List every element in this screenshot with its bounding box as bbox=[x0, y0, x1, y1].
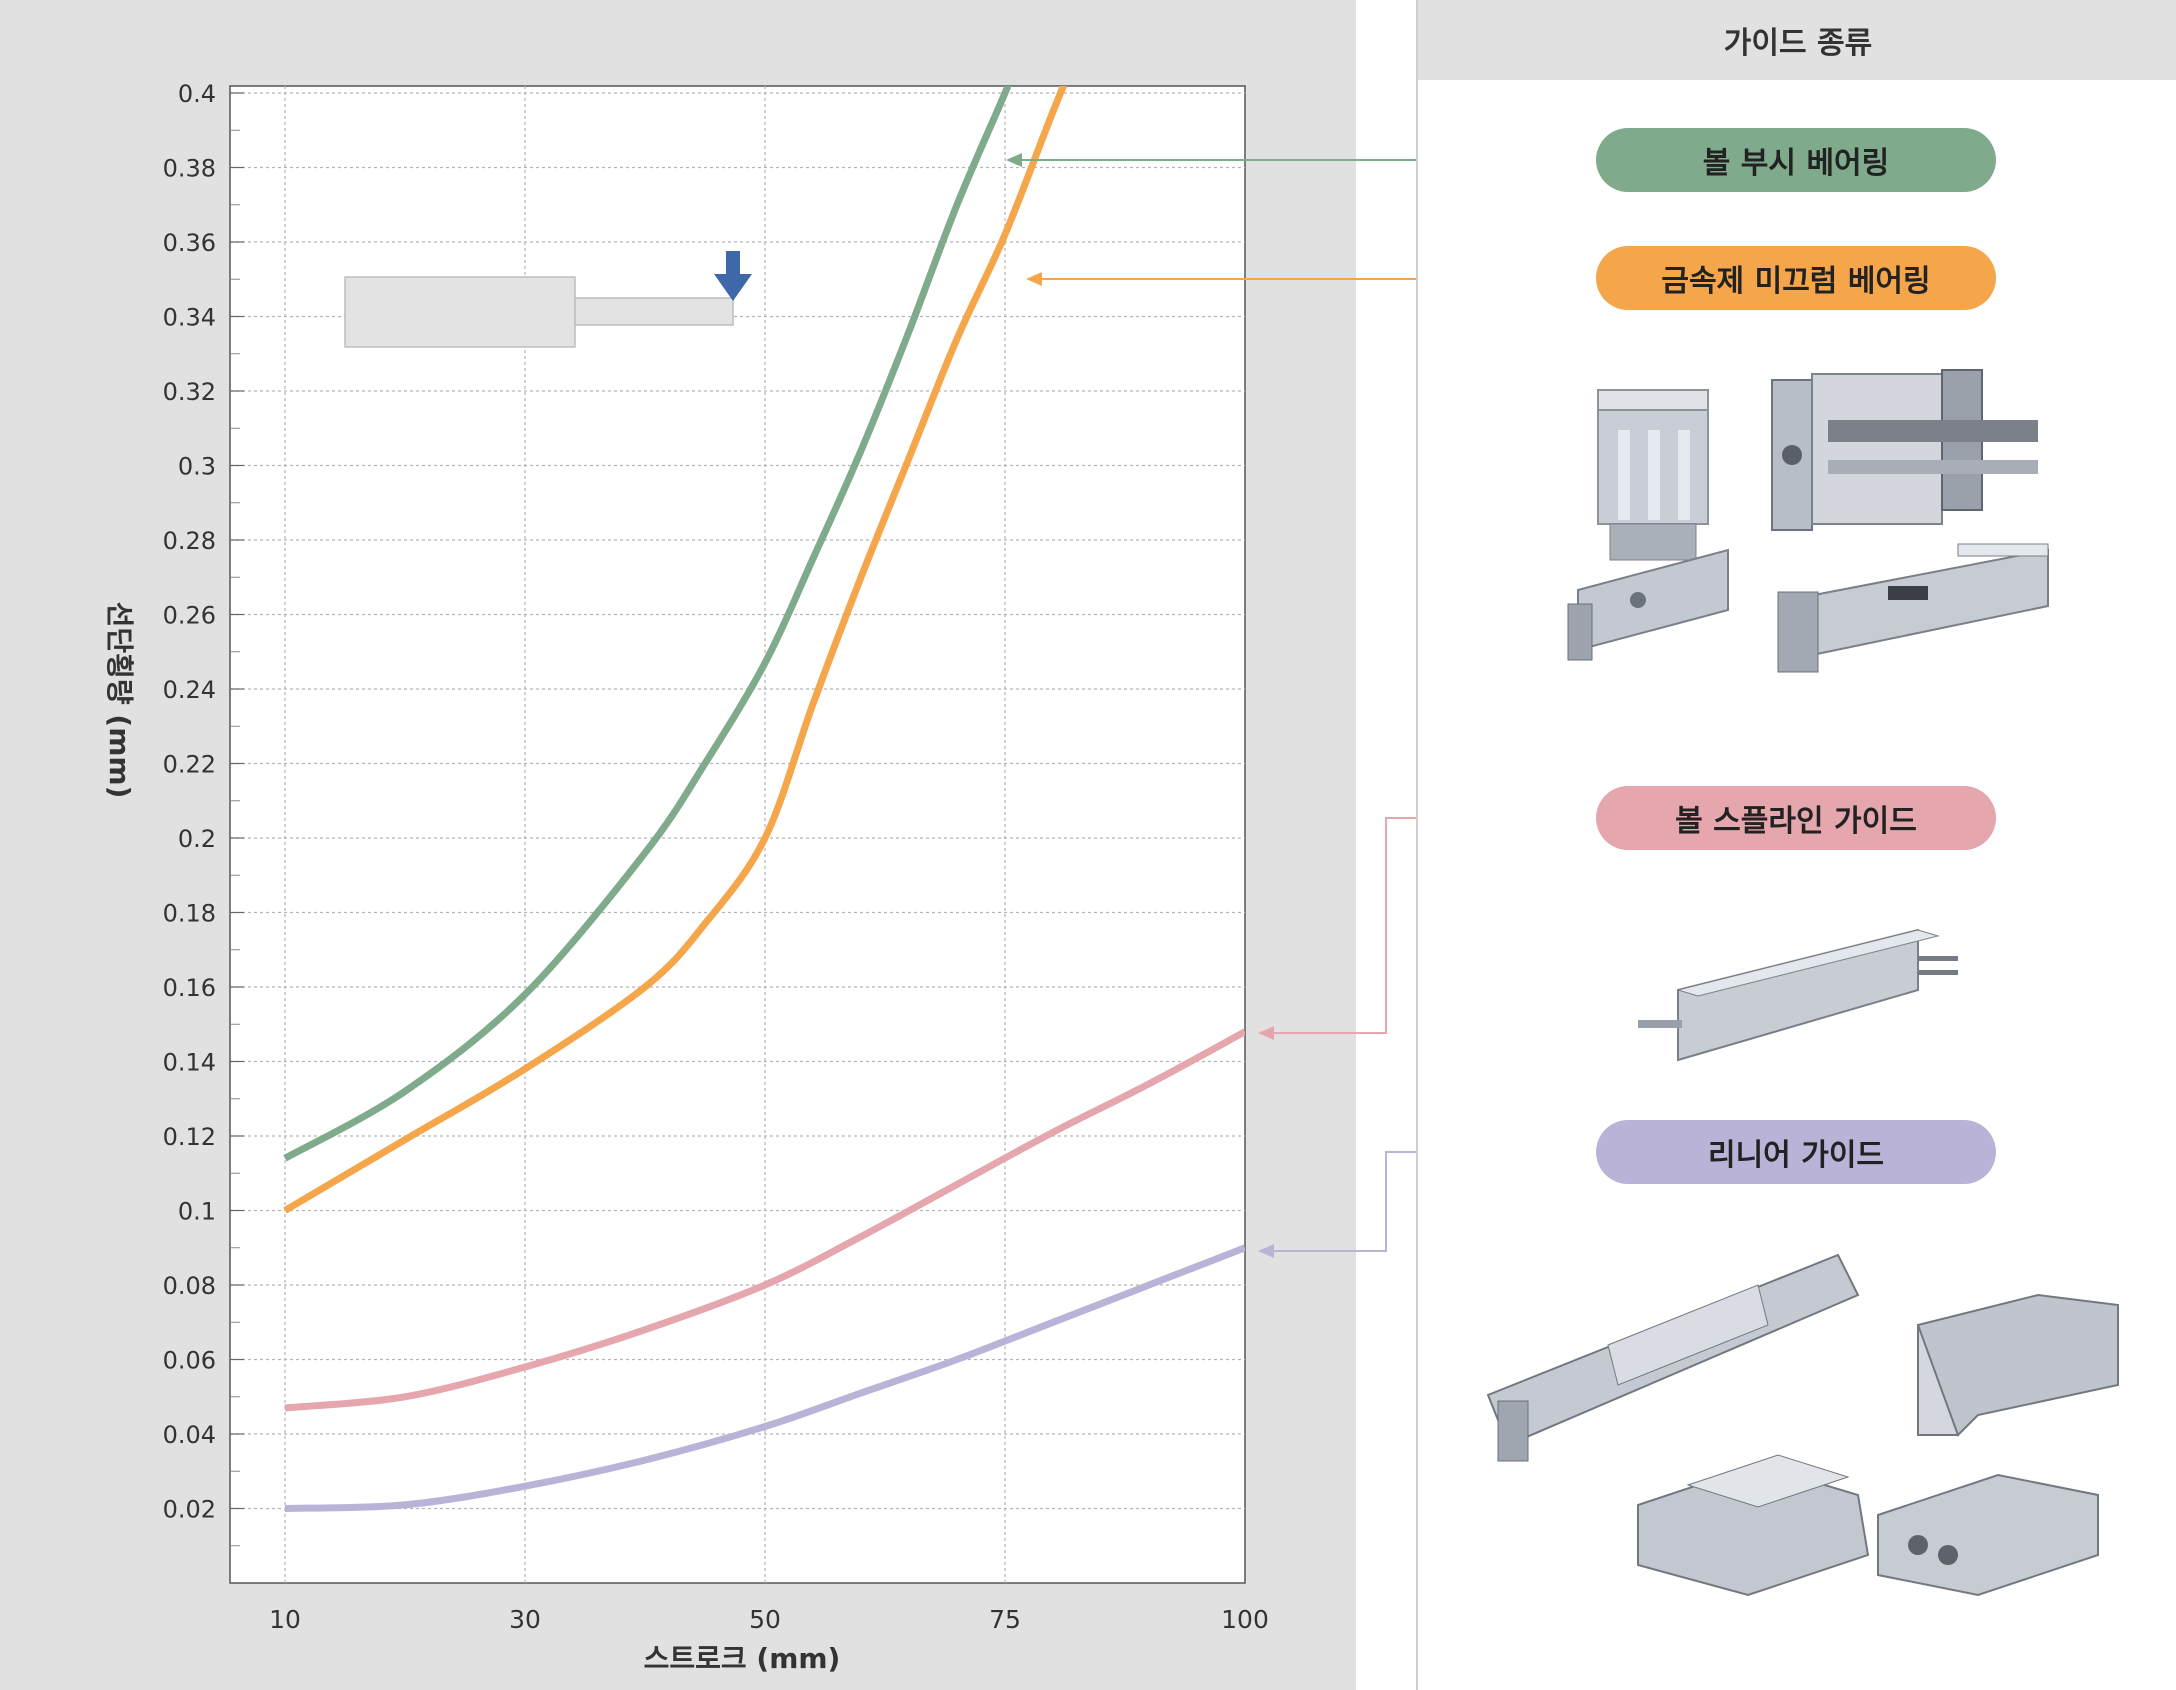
x-axis-label: 스트로크 (mm) bbox=[644, 1642, 841, 1675]
y-tick-label: 0.04 bbox=[163, 1421, 216, 1449]
y-tick-label: 0.32 bbox=[163, 378, 216, 406]
y-tick-label: 0.22 bbox=[163, 751, 216, 779]
y-tick-label: 0.38 bbox=[163, 155, 216, 183]
y-tick-label: 0.1 bbox=[178, 1198, 216, 1226]
x-tick-label: 10 bbox=[269, 1605, 301, 1634]
y-tick-label: 0.14 bbox=[163, 1049, 216, 1077]
legend-ball-bush-bearing: 볼 부시 베어링 bbox=[1596, 128, 1996, 192]
product-photo-long-slide bbox=[1486, 1253, 1860, 1462]
legend-metal-sliding-bearing: 금속제 미끄럼 베어링 bbox=[1596, 246, 1996, 310]
y-axis-label: 선단횡량 (mm) bbox=[103, 602, 136, 799]
chart-panel: 0.02 0.04 0.06 0.08 0.1 0.12 0.14 0.16 0.18 0.2 0.… bbox=[0, 0, 1356, 1690]
y-tick-label: 0.24 bbox=[163, 676, 216, 704]
linear-guide-photos bbox=[1486, 1253, 2119, 1597]
product-photo-compact-slide bbox=[1916, 1293, 2119, 1437]
guide-panel-title: 가이드 종류 bbox=[1418, 0, 2176, 80]
y-tick-label: 0.4 bbox=[178, 80, 216, 108]
y-tick-label: 0.08 bbox=[163, 1272, 216, 1300]
y-tick-label: 0.3 bbox=[178, 453, 216, 481]
guided-cylinder-photos bbox=[1567, 369, 2049, 673]
y-tick-label: 0.06 bbox=[163, 1347, 216, 1375]
product-photo-guide-cylinder-large bbox=[1771, 369, 2038, 531]
y-tick-label: 0.16 bbox=[163, 974, 216, 1002]
y-tick-label: 0.28 bbox=[163, 527, 216, 555]
y-tick-label: 0.34 bbox=[163, 304, 216, 332]
legend-linear-guide: 리니어 가이드 bbox=[1596, 1120, 1996, 1184]
product-photo-long-guide bbox=[1777, 543, 2049, 673]
product-photo-compact-guide bbox=[1597, 389, 1709, 561]
guide-type-panel: 가이드 종류 볼 부시 베어링 금속제 미끄럼 베어링 볼 스플라인 가이드 리… bbox=[1416, 0, 2176, 1690]
x-tick-label: 100 bbox=[1221, 1605, 1269, 1634]
legend-ball-spline-guide: 볼 스플라인 가이드 bbox=[1596, 786, 1996, 850]
cylinder-body bbox=[344, 276, 576, 348]
y-tick-label: 0.12 bbox=[163, 1123, 216, 1151]
product-photo-slim-guide bbox=[1567, 548, 1729, 661]
piston-rod bbox=[574, 297, 734, 326]
ball-spline-cylinder-photo bbox=[1638, 928, 1958, 1062]
product-photo-mini-slide bbox=[1877, 1473, 2099, 1597]
x-tick-label: 75 bbox=[989, 1605, 1021, 1634]
deflection-chart: 0.02 0.04 0.06 0.08 0.1 0.12 0.14 0.16 0.18 0.2 0.… bbox=[103, 80, 1269, 1675]
y-tick-label: 0.2 bbox=[178, 825, 216, 853]
y-tick-label: 0.18 bbox=[163, 900, 216, 928]
x-tick-label: 50 bbox=[749, 1605, 781, 1634]
y-tick-label: 0.26 bbox=[163, 602, 216, 630]
y-tick-label: 0.02 bbox=[163, 1496, 216, 1524]
product-photo-table-slide bbox=[1637, 1454, 1870, 1597]
y-tick-label: 0.36 bbox=[163, 229, 216, 257]
x-tick-label: 30 bbox=[509, 1605, 541, 1634]
